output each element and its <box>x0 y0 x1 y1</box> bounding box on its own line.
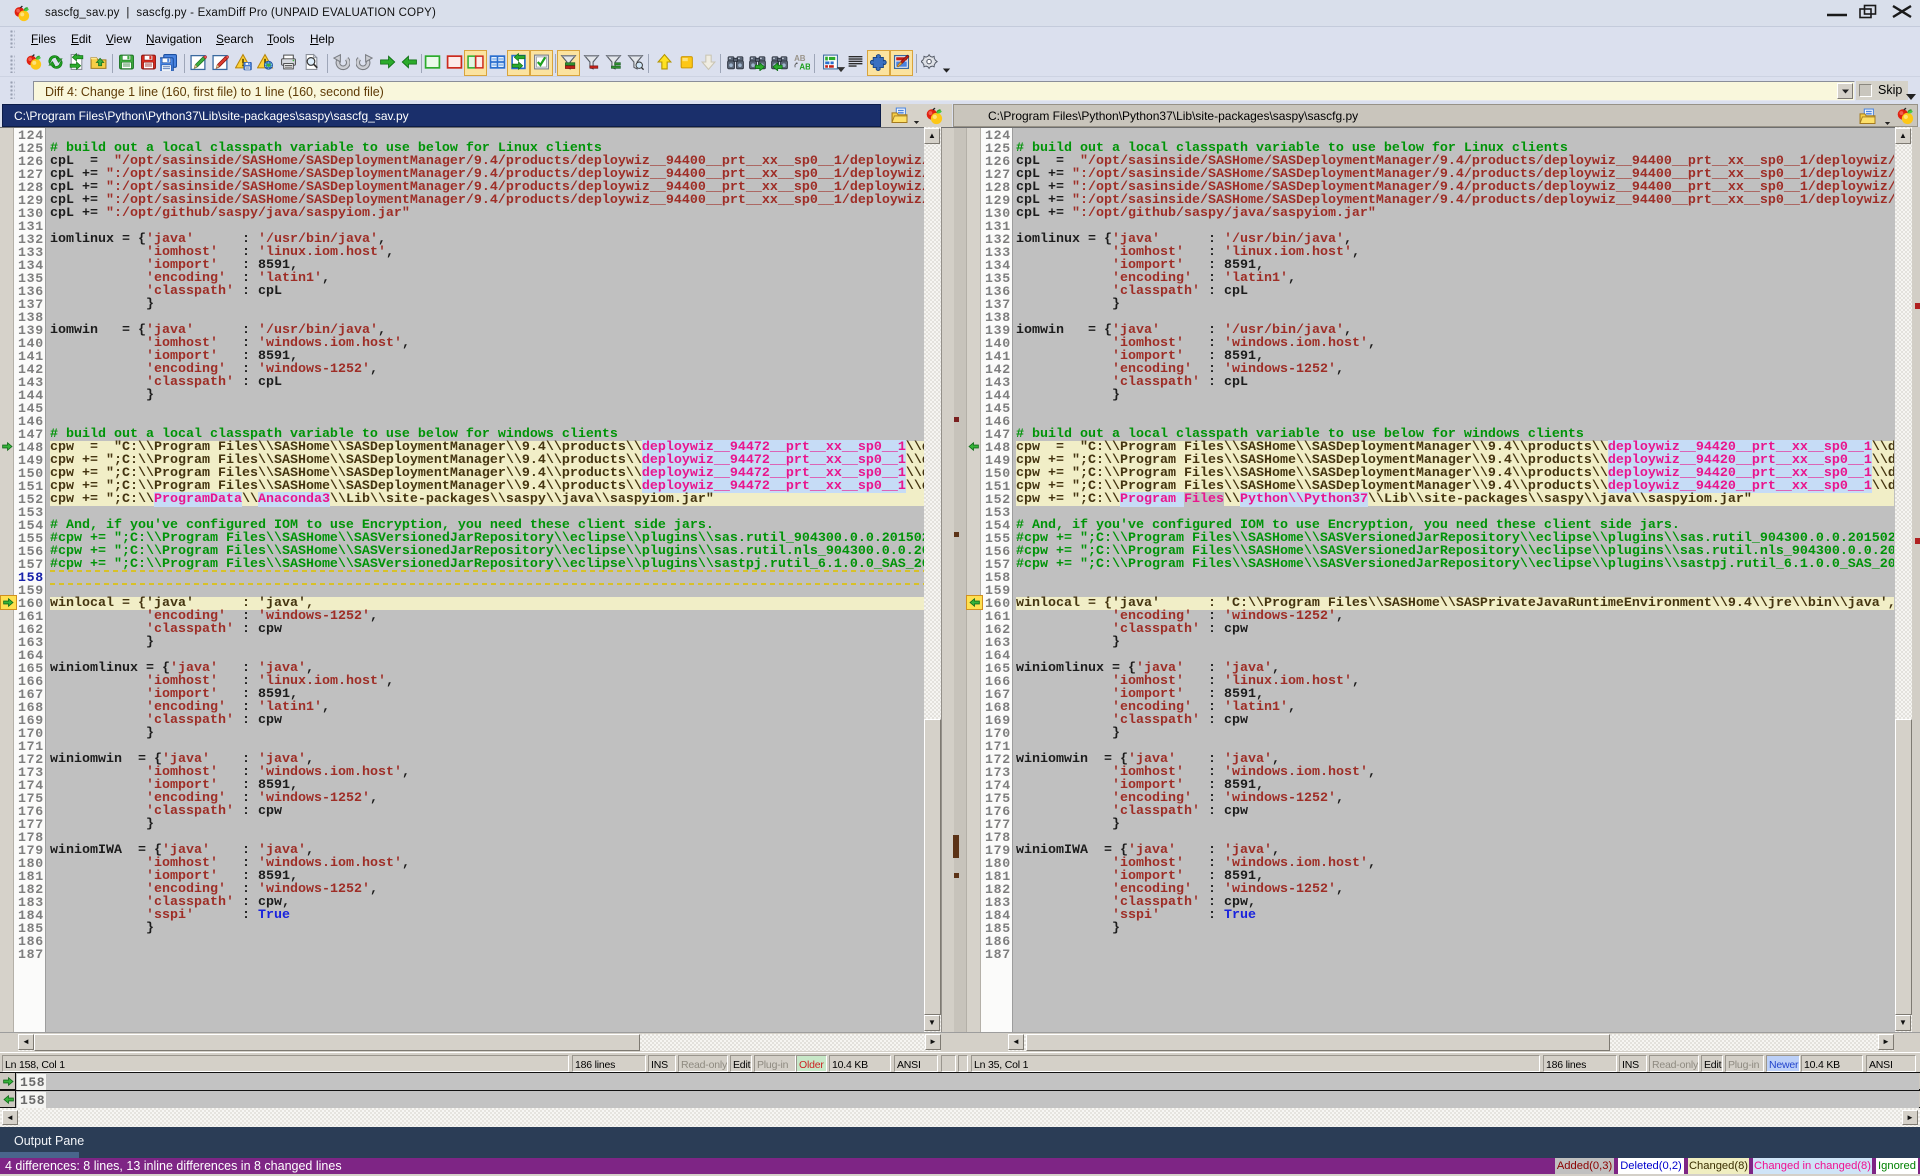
svg-text:AB: AB <box>799 62 810 71</box>
